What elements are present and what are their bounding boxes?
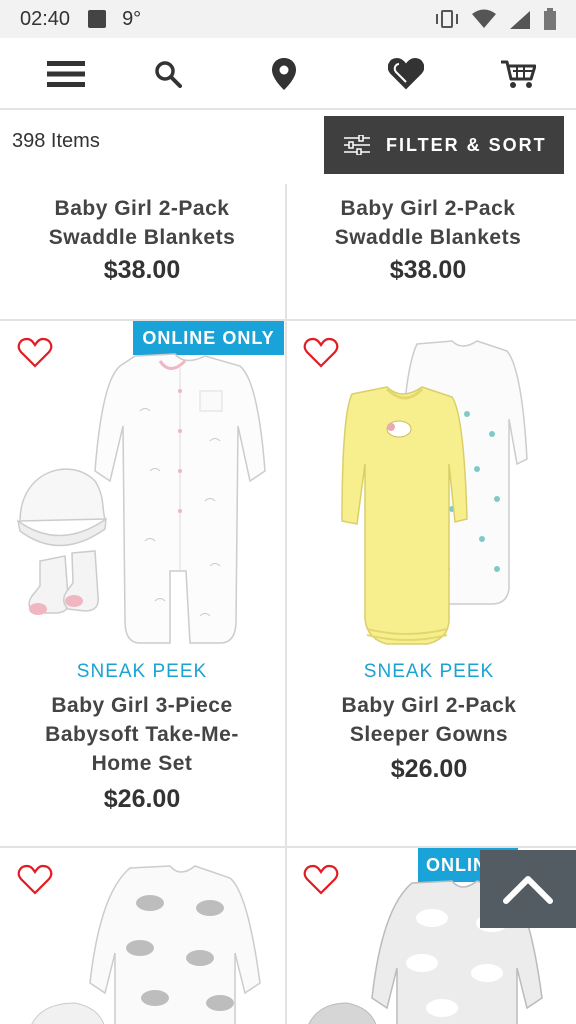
wishlist-button[interactable] [386,56,426,92]
product-name-line: Swaddle Blankets [48,226,236,249]
product-name-line: Baby Girl 2-Pack [54,197,230,220]
cart-icon [501,60,536,88]
search-button[interactable] [148,56,188,92]
store-locator-button[interactable] [264,56,304,92]
sneak-peek-label: SNEAK PEEK [76,661,208,682]
location-pin-icon [272,58,296,90]
signal-icon [510,11,530,29]
product-name-line: Baby Girl 2-Pack [340,197,516,220]
cart-button[interactable] [498,56,538,92]
wifi-icon [472,9,496,28]
filter-sort-button[interactable]: FILTER & SORT [324,116,564,174]
top-navigation [0,38,576,110]
product-card[interactable]: Baby Girl 2-Pack Swaddle Blankets $38.00 [286,184,570,319]
product-card[interactable]: Baby Girl 2-Pack Swaddle Blankets $38.00 [0,184,284,319]
filter-sort-label: FILTER & SORT [386,134,547,155]
item-count: 398 Items [12,130,100,152]
search-icon [155,61,182,88]
image-icon [88,10,107,28]
product-name-line: Swaddle Blankets [334,226,522,249]
product-name-line: Sleeper Gowns [349,723,509,746]
product-name-line: Baby Girl 3-Piece [51,694,233,717]
chevron-up-icon [503,876,553,904]
sliders-icon [344,135,370,155]
product-price: $26.00 [390,755,468,783]
product-name-line: Babysoft Take-Me- [45,723,239,746]
product-image[interactable] [20,863,270,1024]
product-card[interactable] [0,848,284,1024]
product-card[interactable]: ONLINE ONLY SNEAK PEEK Baby Girl 3-Piece… [0,321,284,846]
product-price: $38.00 [389,256,467,284]
status-bar: 02:40 9° [0,0,576,38]
product-name-line: Home Set [91,752,193,775]
product-card[interactable]: SNEAK PEEK Baby Girl 2-Pack Sleeper Gown… [287,321,571,846]
sneak-peek-label: SNEAK PEEK [363,661,495,682]
heart-icon [388,58,424,90]
product-image[interactable] [327,339,537,654]
online-only-badge: ONLINE ONLY [133,321,284,355]
status-time: 02:40 [20,7,71,30]
back-to-top-button[interactable] [480,850,576,928]
product-name-line: Baby Girl 2-Pack [341,694,517,717]
product-image[interactable] [10,351,274,651]
menu-button[interactable] [46,56,86,92]
vibrate-icon [436,10,458,28]
product-price: $26.00 [103,785,181,813]
product-price: $38.00 [103,256,181,284]
battery-icon [544,8,556,30]
menu-icon [47,61,85,87]
status-temp: 9° [122,7,142,30]
